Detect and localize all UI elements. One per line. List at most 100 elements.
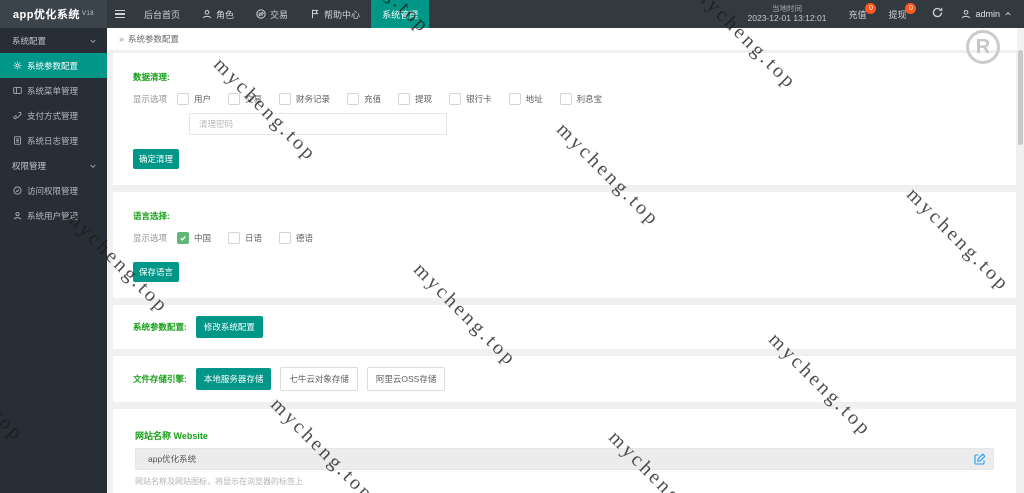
breadcrumb-icon: » bbox=[119, 34, 125, 44]
nav-system-management[interactable]: 系统管理 bbox=[371, 0, 430, 28]
modify-config-button[interactable]: 修改系统配置 bbox=[195, 316, 263, 338]
app-logo[interactable]: app优化系统 V18 bbox=[0, 0, 107, 28]
sidebar: 系统配置 系统参数配置 系统菜单管理 支付方式管理 系统日志管理 权限管理 访问… bbox=[0, 28, 107, 493]
storage-aliyun-oss-button[interactable]: 阿里云OSS存储 bbox=[366, 367, 446, 391]
checkbox-interest[interactable]: 利息宝 bbox=[559, 93, 603, 105]
checkbox-label: 银行卡 bbox=[466, 94, 492, 104]
edit-icon[interactable] bbox=[974, 453, 986, 465]
checkbox-lang-japanese[interactable]: 日语 bbox=[228, 232, 262, 244]
sidebar-item-system-users[interactable]: 系统用户管理 bbox=[0, 203, 107, 228]
system-params-title: 系统参数配置: bbox=[133, 322, 187, 332]
checkbox-box[interactable] bbox=[228, 232, 241, 244]
clean-password-input[interactable] bbox=[189, 113, 447, 135]
chevron-up-icon bbox=[1005, 12, 1011, 16]
checkbox-users[interactable]: 用户 bbox=[177, 93, 211, 105]
checkbox-address[interactable]: 地址 bbox=[508, 93, 543, 105]
confirm-clean-button[interactable]: 确定清理 bbox=[133, 149, 180, 169]
checkbox-box[interactable] bbox=[177, 93, 190, 105]
withdraw-label: 提现 bbox=[888, 9, 907, 20]
checkbox-label: 提现 bbox=[415, 94, 433, 104]
data-clean-title: 数据清理: bbox=[133, 72, 170, 82]
recharge-button[interactable]: 充值 0 bbox=[848, 2, 877, 21]
sidebar-item-label: 系统日志管理 bbox=[27, 135, 79, 146]
sidebar-item-label: 系统菜单管理 bbox=[27, 85, 79, 96]
gear-icon bbox=[13, 61, 22, 70]
main-content: » 系统参数配置 数据清理: 显示选项 用户 交易 财务记录 充值 提现 银行卡… bbox=[107, 28, 1017, 493]
checkbox-box[interactable] bbox=[559, 93, 572, 105]
local-time-label: 当地时间 bbox=[771, 3, 802, 13]
recharge-label: 充值 bbox=[848, 9, 867, 20]
checkbox-withdraw[interactable]: 提现 bbox=[398, 93, 432, 105]
hamburger-icon[interactable] bbox=[107, 0, 133, 28]
language-title: 语言选择: bbox=[133, 211, 170, 221]
sidebar-group-label: 权限管理 bbox=[12, 160, 47, 171]
sidebar-group-system-config[interactable]: 系统配置 bbox=[0, 28, 107, 53]
flag-icon bbox=[312, 9, 319, 19]
checkbox-label: 德语 bbox=[296, 233, 314, 243]
storage-local-button[interactable]: 本地服务器存储 bbox=[195, 368, 272, 390]
user-icon bbox=[962, 9, 971, 19]
nav-roles[interactable]: 角色 bbox=[191, 0, 245, 28]
checkbox-label: 地址 bbox=[525, 94, 543, 104]
checkbox-checked-box[interactable] bbox=[177, 232, 190, 244]
app-root: app优化系统 V18 后台首页 角色 交易 帮助中心 系统管理 当地时间 20… bbox=[0, 0, 1024, 493]
vertical-scrollbar[interactable] bbox=[1017, 28, 1024, 493]
nav-dashboard[interactable]: 后台首页 bbox=[133, 0, 191, 28]
nav-help-label: 帮助中心 bbox=[324, 9, 361, 20]
nav-system-label: 系统管理 bbox=[382, 9, 419, 20]
recharge-badge: 0 bbox=[865, 2, 877, 14]
checkbox-box[interactable] bbox=[279, 232, 292, 244]
checkbox-box[interactable] bbox=[449, 93, 462, 105]
app-version: V18 bbox=[81, 11, 95, 17]
storage-qiniu-button[interactable]: 七牛云对象存储 bbox=[280, 367, 358, 391]
sidebar-group-permission[interactable]: 权限管理 bbox=[0, 153, 107, 178]
checkbox-bankcard[interactable]: 银行卡 bbox=[449, 93, 492, 105]
checkbox-lang-china[interactable]: 中国 bbox=[177, 232, 211, 244]
save-language-button[interactable]: 保存语言 bbox=[133, 262, 180, 282]
options-label: 显示选项 bbox=[133, 94, 168, 104]
exchange-icon bbox=[256, 9, 266, 19]
nav-trade[interactable]: 交易 bbox=[245, 0, 299, 28]
sidebar-group-label: 系统配置 bbox=[12, 35, 47, 46]
shield-check-icon bbox=[13, 186, 22, 195]
checkbox-box[interactable] bbox=[508, 93, 521, 105]
sidebar-item-system-params[interactable]: 系统参数配置 bbox=[0, 53, 107, 78]
checkbox-box[interactable] bbox=[279, 93, 292, 105]
sidebar-item-system-logs[interactable]: 系统日志管理 bbox=[0, 128, 107, 153]
log-document-icon bbox=[14, 136, 21, 145]
storage-card: 文件存储引擎: 本地服务器存储 七牛云对象存储 阿里云OSS存储 bbox=[113, 356, 1016, 402]
scrollbar-thumb[interactable] bbox=[1018, 50, 1023, 145]
checkbox-label: 用户 bbox=[194, 94, 212, 104]
person-icon bbox=[13, 211, 22, 220]
system-params-card: 系统参数配置: 修改系统配置 bbox=[113, 305, 1016, 349]
website-name-input[interactable] bbox=[135, 448, 994, 470]
registered-r-logo: R bbox=[966, 30, 1000, 64]
withdraw-button[interactable]: 提现 0 bbox=[888, 2, 917, 21]
options-label: 显示选项 bbox=[133, 233, 168, 243]
link-icon bbox=[13, 111, 22, 120]
checkbox-label: 利息宝 bbox=[576, 94, 603, 104]
checkbox-recharge[interactable]: 充值 bbox=[347, 93, 381, 105]
user-menu[interactable]: admin bbox=[961, 9, 1012, 19]
checkbox-trades[interactable]: 交易 bbox=[228, 93, 262, 105]
top-header: app优化系统 V18 后台首页 角色 交易 帮助中心 系统管理 当地时间 20… bbox=[0, 0, 1024, 28]
breadcrumb: » 系统参数配置 bbox=[107, 28, 1017, 50]
refresh-icon[interactable] bbox=[932, 5, 943, 23]
checkbox-box[interactable] bbox=[347, 93, 360, 105]
sidebar-item-menu-management[interactable]: 系统菜单管理 bbox=[0, 78, 107, 103]
sidebar-item-access-permission[interactable]: 访问权限管理 bbox=[0, 178, 107, 203]
withdraw-badge: 0 bbox=[905, 2, 917, 14]
person-icon bbox=[202, 9, 212, 19]
checkbox-box[interactable] bbox=[398, 93, 411, 105]
sidebar-item-label: 支付方式管理 bbox=[27, 110, 79, 121]
checkbox-finance-records[interactable]: 财务记录 bbox=[279, 93, 330, 105]
nav-dashboard-label: 后台首页 bbox=[144, 9, 181, 20]
chevron-down-icon bbox=[90, 164, 96, 168]
nav-help[interactable]: 帮助中心 bbox=[299, 0, 371, 28]
local-time-value: 2023-12-01 13:12:01 bbox=[747, 13, 827, 24]
storage-title: 文件存储引擎: bbox=[133, 374, 187, 384]
sidebar-item-label: 系统用户管理 bbox=[27, 210, 79, 221]
checkbox-lang-german[interactable]: 德语 bbox=[279, 232, 313, 244]
sidebar-item-payment-methods[interactable]: 支付方式管理 bbox=[0, 103, 107, 128]
checkbox-box[interactable] bbox=[228, 93, 241, 105]
